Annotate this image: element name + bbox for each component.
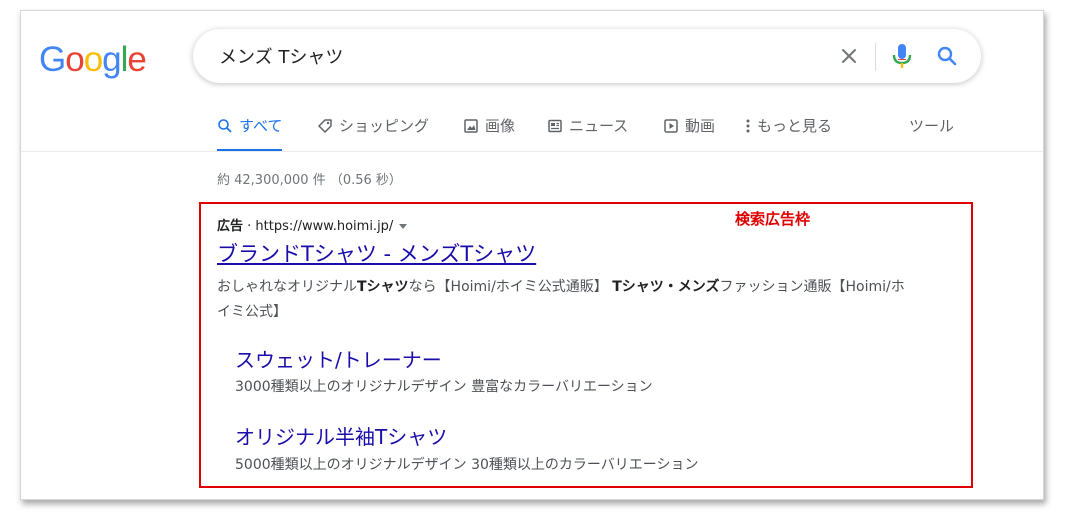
sitelink-title[interactable]: スウェット/トレーナー bbox=[235, 344, 442, 373]
browser-frame: Google メンズ Tシャツ すべて ショッピング 画像 ニュース 動画 もっ… bbox=[20, 10, 1044, 500]
tab-label: ニュース bbox=[569, 117, 629, 135]
ad-url[interactable]: https://www.hoimi.jp/ bbox=[255, 219, 393, 234]
search-icon bbox=[218, 119, 232, 133]
tab-shopping[interactable]: ショッピング bbox=[317, 115, 429, 145]
logo-letter: o bbox=[65, 40, 84, 79]
more-vert-icon bbox=[746, 119, 750, 133]
search-divider bbox=[875, 43, 876, 71]
tab-label: すべて bbox=[239, 117, 283, 135]
image-icon bbox=[464, 119, 478, 133]
desc-bold: Tシャツ bbox=[357, 279, 409, 295]
tab-videos[interactable]: 動画 bbox=[663, 115, 715, 145]
ad-badge: 広告 bbox=[217, 219, 244, 234]
sitelink-title[interactable]: オリジナル半袖Tシャツ bbox=[235, 421, 447, 450]
clear-icon[interactable] bbox=[837, 44, 861, 68]
search-input[interactable]: メンズ Tシャツ bbox=[219, 43, 343, 69]
ad-description: おしゃれなオリジナルTシャツなら【Hoimi/ホイミ公式通販】 Tシャツ・メンズ… bbox=[217, 275, 907, 325]
search-icon[interactable] bbox=[935, 44, 959, 68]
tab-all[interactable]: すべて bbox=[217, 115, 283, 152]
tab-tools[interactable]: ツール bbox=[909, 115, 954, 145]
caret-down-icon[interactable] bbox=[399, 224, 408, 229]
desc-text: おしゃれなオリジナル bbox=[217, 279, 357, 295]
tab-label: ツール bbox=[909, 117, 955, 135]
tab-label: 動画 bbox=[685, 117, 716, 135]
desc-bold: Tシャツ・メンズ bbox=[612, 279, 720, 295]
tab-news[interactable]: ニュース bbox=[547, 115, 628, 145]
desc-text: なら【Hoimi/ホイミ公式通販】 bbox=[408, 279, 613, 295]
logo-letter: g bbox=[102, 40, 121, 79]
logo-letter: l bbox=[120, 40, 129, 79]
logo-letter: G bbox=[39, 40, 66, 79]
sitelink-description: 5000種類以上のオリジナルデザイン 30種類以上のカラーバリエーション bbox=[235, 457, 699, 473]
tab-images[interactable]: 画像 bbox=[463, 115, 515, 145]
ad-annotation-label: 検索広告枠 bbox=[735, 210, 811, 228]
newspaper-icon bbox=[548, 119, 562, 133]
microphone-icon[interactable] bbox=[891, 42, 913, 70]
tabs-divider bbox=[21, 151, 1043, 152]
ad-title-link[interactable]: ブランドTシャツ - メンズTシャツ bbox=[217, 238, 536, 268]
tab-label: 画像 bbox=[485, 117, 516, 135]
result-stats: 約 42,300,000 件 （0.56 秒） bbox=[217, 173, 402, 188]
tag-icon bbox=[318, 119, 332, 133]
tab-label: ショッピング bbox=[339, 117, 430, 135]
sitelink-description: 3000種類以上のオリジナルデザイン 豊富なカラーバリエーション bbox=[235, 379, 653, 395]
video-icon bbox=[664, 119, 678, 133]
ad-separator: · bbox=[243, 219, 256, 234]
search-box[interactable]: メンズ Tシャツ bbox=[193, 29, 981, 83]
tab-more[interactable]: もっと見る bbox=[745, 115, 832, 145]
ad-url-line: 広告 · https://www.hoimi.jp/ bbox=[217, 215, 408, 234]
google-logo[interactable]: Google bbox=[39, 40, 147, 80]
logo-letter: o bbox=[83, 40, 103, 79]
tab-label: もっと見る bbox=[757, 117, 833, 135]
logo-letter: e bbox=[127, 40, 146, 79]
